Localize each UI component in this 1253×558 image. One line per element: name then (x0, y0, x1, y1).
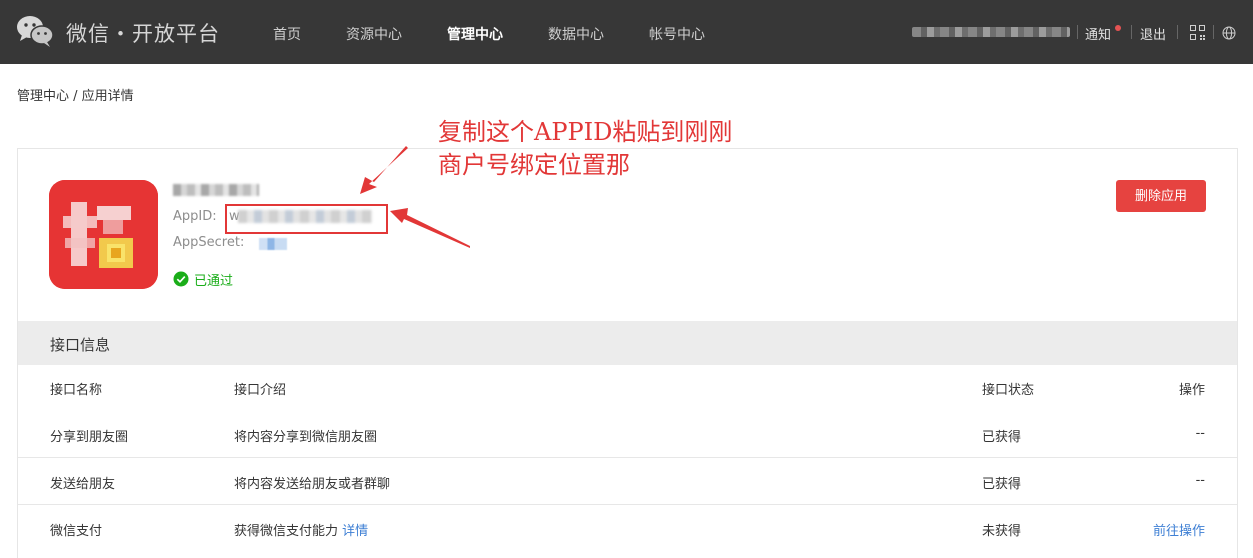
annotation-arrows (360, 146, 470, 248)
divider (1131, 25, 1132, 39)
table-row-2-action: -- (1195, 473, 1205, 488)
appsecret-label: AppSecret: (173, 235, 245, 250)
section-title: 接口信息 (50, 336, 111, 354)
divider (1177, 25, 1178, 39)
column-header-action: 操作 (1178, 383, 1205, 398)
table-row-2-intro: 将内容发送给朋友或者群聊 (234, 477, 391, 492)
appsecret-value-blurred[interactable] (259, 238, 287, 250)
top-navigation-bar: 微信・开放平台 首页 资源中心 管理中心 数据中心 帐号中心 通知 退出 (0, 0, 1253, 64)
check-circle-icon (173, 271, 189, 287)
nav-management-center[interactable]: 管理中心 (447, 24, 503, 44)
account-name-blurred[interactable] (912, 27, 1070, 37)
divider (1213, 25, 1214, 39)
table-row-1-intro: 将内容分享到微信朋友圈 (234, 430, 378, 445)
table-row-1-action: -- (1195, 426, 1205, 441)
table-row-2-status: 已获得 (982, 477, 1022, 492)
wechat-logo-icon (17, 16, 54, 47)
table-row-3-status: 未获得 (982, 524, 1022, 539)
app-name-blurred (173, 184, 259, 196)
row-divider (18, 457, 1237, 458)
app-icon (49, 180, 158, 289)
table-row-1-status: 已获得 (982, 430, 1022, 445)
platform-brand[interactable]: 微信・开放平台 (66, 18, 220, 48)
table-row-3-intro: 获得微信支付能力 详情 (234, 520, 368, 539)
table-row-2-name: 发送给朋友 (50, 477, 116, 492)
notification-link[interactable]: 通知 (1085, 24, 1111, 43)
qrcode-icon[interactable] (1190, 25, 1205, 40)
globe-language-icon[interactable] (1222, 26, 1236, 40)
interface-section-header: 接口信息 (18, 321, 1237, 365)
column-header-name: 接口名称 (50, 383, 103, 398)
payment-details-link[interactable]: 详情 (342, 524, 368, 539)
column-header-intro: 接口介绍 (234, 383, 287, 398)
appid-label: AppID: (173, 209, 217, 224)
table-row-3-name: 微信支付 (50, 524, 103, 539)
notification-dot (1115, 25, 1121, 31)
table-row-1-name: 分享到朋友圈 (50, 430, 129, 445)
column-header-status: 接口状态 (982, 383, 1035, 398)
breadcrumb[interactable]: 管理中心 / 应用详情 (17, 85, 134, 104)
nav-data-center[interactable]: 数据中心 (548, 24, 604, 44)
go-operate-link[interactable]: 前往操作 (1120, 520, 1205, 539)
divider (1077, 25, 1078, 39)
row-divider (18, 504, 1237, 505)
delete-app-button[interactable]: 删除应用 (1116, 180, 1206, 212)
app-logo-icon (49, 180, 158, 289)
table-row-3-intro-text: 获得微信支付能力 (234, 524, 339, 539)
logout-link[interactable]: 退出 (1140, 24, 1166, 43)
nav-home[interactable]: 首页 (273, 24, 301, 44)
nav-resource-center[interactable]: 资源中心 (346, 24, 402, 44)
nav-account-center[interactable]: 帐号中心 (649, 24, 705, 44)
status-text: 已通过 (194, 274, 234, 289)
